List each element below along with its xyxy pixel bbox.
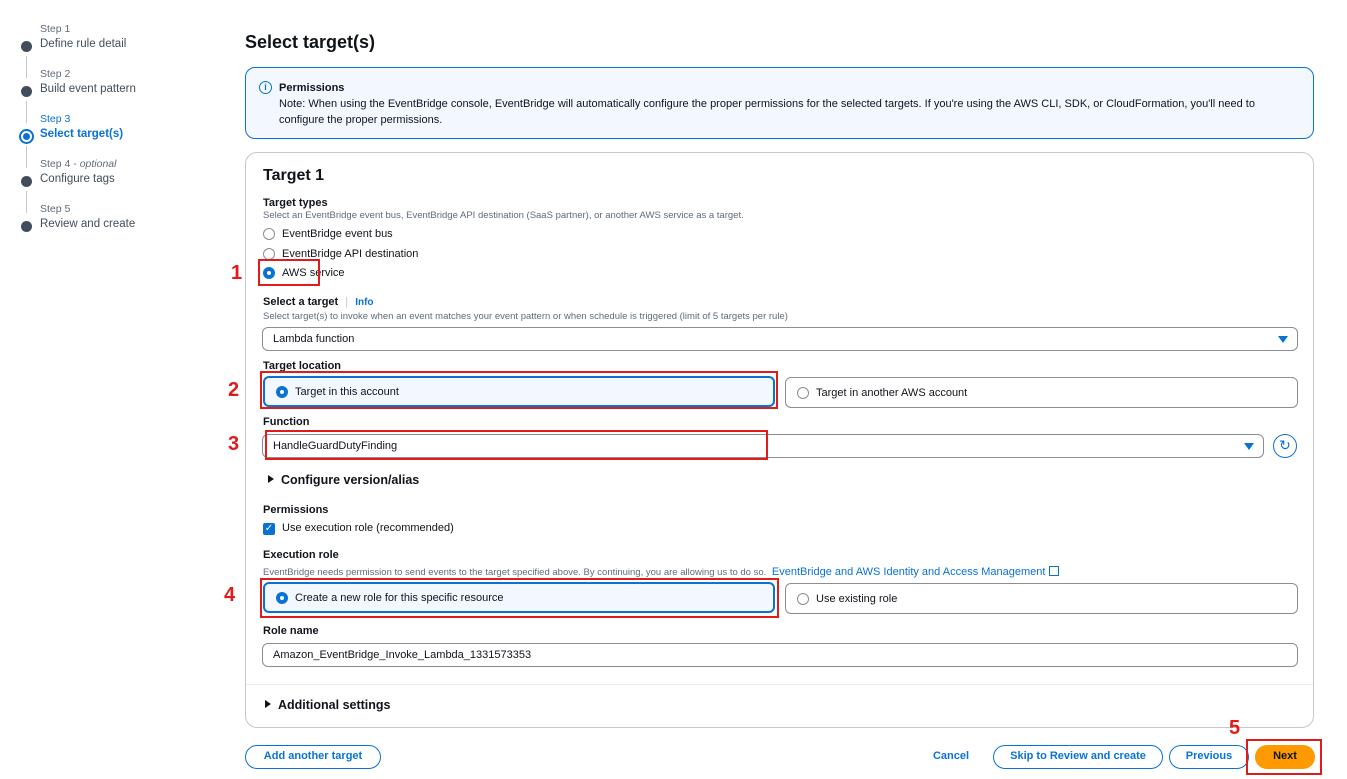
caret-down-icon xyxy=(1244,443,1254,450)
step-optional-text: optional xyxy=(79,158,117,170)
use-exec-role-label: Use execution role (recommended) xyxy=(282,522,454,534)
step-number: Step 4 - optional xyxy=(40,158,117,170)
annotation-box-1 xyxy=(258,259,320,286)
step-4: Step 4 - optional Configure tags xyxy=(20,157,220,202)
select-target-dropdown[interactable]: Lambda function xyxy=(262,327,1298,351)
exec-role-desc-text: EventBridge needs permission to send eve… xyxy=(263,567,767,578)
alert-text: Note: When using the EventBridge console… xyxy=(279,98,1255,126)
role-name-input[interactable]: Amazon_EventBridge_Invoke_Lambda_1331573… xyxy=(262,643,1298,667)
annotation-number-3: 3 xyxy=(228,433,240,455)
annotation-number-4: 4 xyxy=(224,584,236,606)
info-link[interactable]: Info xyxy=(355,297,373,308)
permissions-alert: i Permissions Note: When using the Event… xyxy=(245,67,1314,139)
expander-label: Configure version/alias xyxy=(281,473,420,487)
additional-settings-expander[interactable]: Additional settings xyxy=(265,698,391,712)
tile-label: Target in another AWS account xyxy=(816,386,968,399)
divider xyxy=(246,684,1313,685)
select-target-value: Lambda function xyxy=(273,333,355,345)
annotation-box-2 xyxy=(260,371,778,409)
page-title: Select target(s) xyxy=(245,32,376,52)
target-types-label: Target types xyxy=(263,197,328,209)
step-5: Step 5 Review and create xyxy=(20,202,220,247)
cancel-button[interactable]: Cancel xyxy=(925,746,977,770)
step-2[interactable]: Step 2 Build event pattern xyxy=(20,67,220,112)
step-number: Step 1 xyxy=(40,23,71,35)
annotation-number-2: 2 xyxy=(228,379,240,401)
step-current-icon xyxy=(19,129,34,144)
role-name-value: Amazon_EventBridge_Invoke_Lambda_1331573… xyxy=(273,649,532,661)
configure-version-expander[interactable]: Configure version/alias xyxy=(268,473,419,487)
target-types-desc: Select an EventBridge event bus, EventBr… xyxy=(263,210,744,221)
radio-label: EventBridge event bus xyxy=(282,228,393,240)
skip-to-review-button[interactable]: Skip to Review and create xyxy=(993,745,1163,769)
wizard-steps: Step 1 Define rule detail Step 2 Build e… xyxy=(19,22,220,247)
iam-link[interactable]: EventBridge and AWS Identity and Access … xyxy=(772,566,1060,578)
step-label: Build event pattern xyxy=(40,83,136,95)
step-number: Step 3 xyxy=(40,113,71,125)
caret-down-icon xyxy=(1278,336,1288,343)
tile-target-in-another-account[interactable]: Target in another AWS account xyxy=(785,377,1298,408)
alert-title: Permissions xyxy=(279,82,345,94)
annotation-number-1: 1 xyxy=(231,262,243,284)
role-name-label: Role name xyxy=(263,625,319,637)
previous-button[interactable]: Previous xyxy=(1169,745,1249,769)
tile-use-existing-role[interactable]: Use existing role xyxy=(785,583,1298,614)
annotation-box-5 xyxy=(1246,739,1322,775)
expander-label: Additional settings xyxy=(278,698,391,712)
iam-link-text: EventBridge and AWS Identity and Access … xyxy=(771,566,1046,578)
step-3-current: Step 3 Select target(s) xyxy=(19,112,220,157)
select-target-label: Select a target | Info xyxy=(263,296,374,308)
annotation-number-5: 5 xyxy=(1229,717,1241,739)
exec-role-label: Execution role xyxy=(263,549,339,561)
step-dot-icon xyxy=(21,41,32,52)
target-title: Target 1 xyxy=(263,167,325,184)
step-1[interactable]: Step 1 Define rule detail xyxy=(20,22,220,67)
info-icon: i xyxy=(259,81,272,94)
radio-icon xyxy=(797,386,809,399)
step-dot-icon xyxy=(21,221,32,232)
annotation-box-3 xyxy=(265,430,768,460)
radio-icon xyxy=(263,228,275,240)
checkbox-checked-icon[interactable]: ✓ xyxy=(263,523,275,535)
select-target-label-text: Select a target xyxy=(263,296,339,308)
annotation-box-4 xyxy=(260,578,779,618)
permissions-label: Permissions xyxy=(263,504,329,516)
step-label: Define rule detail xyxy=(40,38,127,50)
step-label: Configure tags xyxy=(40,173,115,185)
external-link-icon xyxy=(1049,566,1060,576)
step-dot-icon xyxy=(21,86,32,97)
radio-icon xyxy=(797,592,809,605)
step-number: Step 5 xyxy=(40,203,71,215)
tile-label: Use existing role xyxy=(816,592,898,605)
caret-right-icon xyxy=(268,475,274,483)
step-number: Step 2 xyxy=(40,68,71,80)
separator: | xyxy=(345,296,349,308)
step-label: Review and create xyxy=(40,218,136,230)
step-number-text: Step 4 xyxy=(40,158,71,170)
function-label: Function xyxy=(263,416,310,428)
caret-right-icon xyxy=(265,700,271,708)
step-dot-icon xyxy=(21,176,32,187)
refresh-icon[interactable]: ↻ xyxy=(1273,434,1297,458)
step-label: Select target(s) xyxy=(40,128,124,140)
radio-eventbridge-event-bus[interactable]: EventBridge event bus xyxy=(263,228,393,240)
exec-role-desc: EventBridge needs permission to send eve… xyxy=(263,566,1060,578)
select-target-desc: Select target(s) to invoke when an event… xyxy=(263,311,788,322)
add-another-target-button[interactable]: Add another target xyxy=(245,745,381,769)
